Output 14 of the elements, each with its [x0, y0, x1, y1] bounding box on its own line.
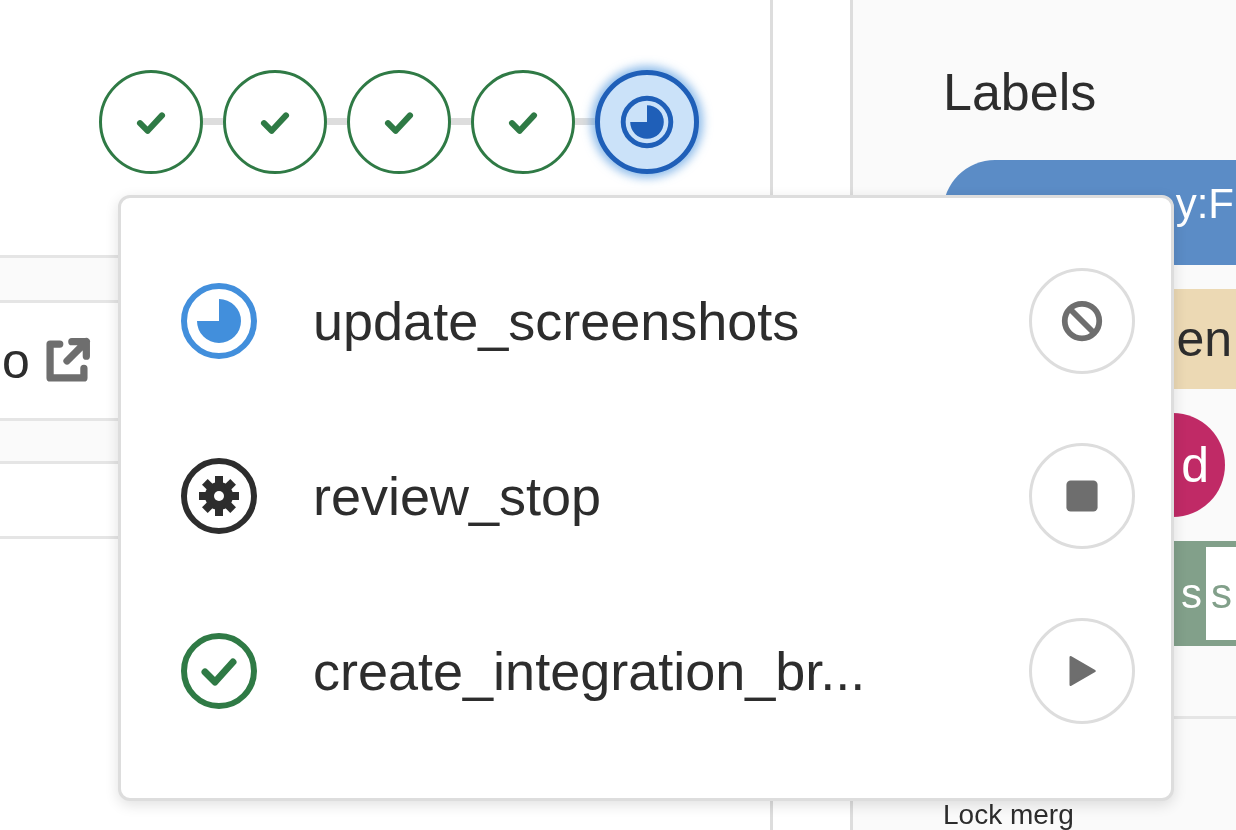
section-heading: Lock merg: [943, 800, 1074, 830]
label-key: s: [1181, 569, 1202, 618]
pie-icon: [179, 281, 259, 361]
checkmark-icon: [179, 631, 259, 711]
stop-icon: [1065, 479, 1099, 513]
cancel-icon: [1059, 298, 1105, 344]
job-name[interactable]: create_integration_br...: [313, 640, 1029, 702]
label-value: s: [1206, 547, 1236, 640]
gear-icon: [179, 456, 259, 536]
play-icon: [1067, 653, 1097, 689]
labels-heading: Labels: [943, 62, 1098, 123]
pie-icon: [619, 94, 675, 150]
stage-status-button[interactable]: [595, 70, 699, 174]
row-text: o: [2, 331, 30, 390]
